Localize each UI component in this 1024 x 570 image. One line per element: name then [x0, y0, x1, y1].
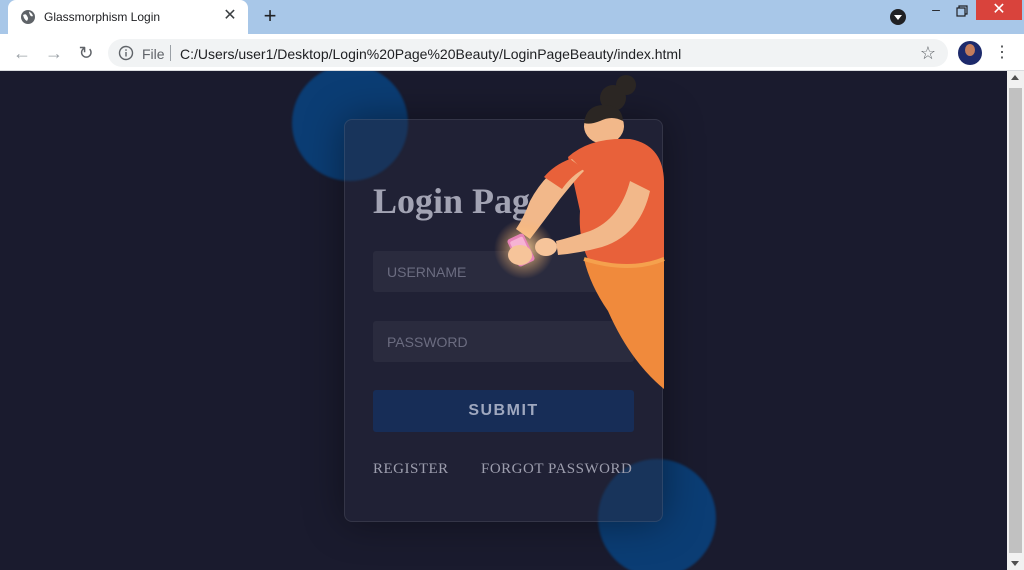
reload-button[interactable]: ↻: [74, 41, 98, 65]
file-label: File: [142, 46, 165, 62]
forgot-password-link[interactable]: FORGOT PASSWORD: [481, 461, 632, 478]
tab-close-icon[interactable]: ✕: [222, 8, 238, 24]
minimize-button[interactable]: –: [928, 2, 944, 19]
profile-avatar[interactable]: [958, 41, 982, 65]
person-holding-phone-illustration: [494, 75, 665, 389]
tab-title: Glassmorphism Login: [44, 10, 161, 24]
address-bar[interactable]: File C:/Users/user1/Desktop/Login%20Page…: [108, 39, 948, 67]
scrollbar-thumb[interactable]: [1009, 88, 1022, 553]
browser-tab-bar: Glassmorphism Login ✕ + – ✕: [0, 0, 1024, 34]
restore-window-button[interactable]: [954, 3, 970, 19]
globe-icon: [21, 10, 35, 24]
back-button[interactable]: ←: [10, 41, 34, 65]
bookmark-star-icon[interactable]: ☆: [918, 43, 938, 63]
url-text[interactable]: C:/Users/user1/Desktop/Login%20Page%20Be…: [180, 46, 681, 62]
new-tab-button[interactable]: +: [258, 5, 282, 29]
info-icon[interactable]: [118, 45, 134, 61]
scroll-up-arrow-icon[interactable]: [1011, 75, 1019, 80]
forward-button[interactable]: →: [42, 41, 66, 65]
browser-toolbar: ← → ↻ File C:/Users/user1/Desktop/Login%…: [0, 34, 1024, 71]
browser-tab[interactable]: Glassmorphism Login ✕: [8, 0, 248, 34]
vertical-scrollbar[interactable]: [1007, 71, 1024, 570]
scroll-down-arrow-icon[interactable]: [1011, 561, 1019, 566]
menu-icon[interactable]: ⋮: [994, 41, 1010, 65]
tab-search-icon[interactable]: [890, 9, 906, 25]
page-viewport: Login Page SUBMIT REGISTER FORGOT PASSWO…: [0, 71, 1007, 570]
omnibox-divider: [170, 45, 171, 61]
window-close-button[interactable]: ✕: [976, 0, 1022, 20]
register-link[interactable]: REGISTER: [373, 461, 449, 478]
